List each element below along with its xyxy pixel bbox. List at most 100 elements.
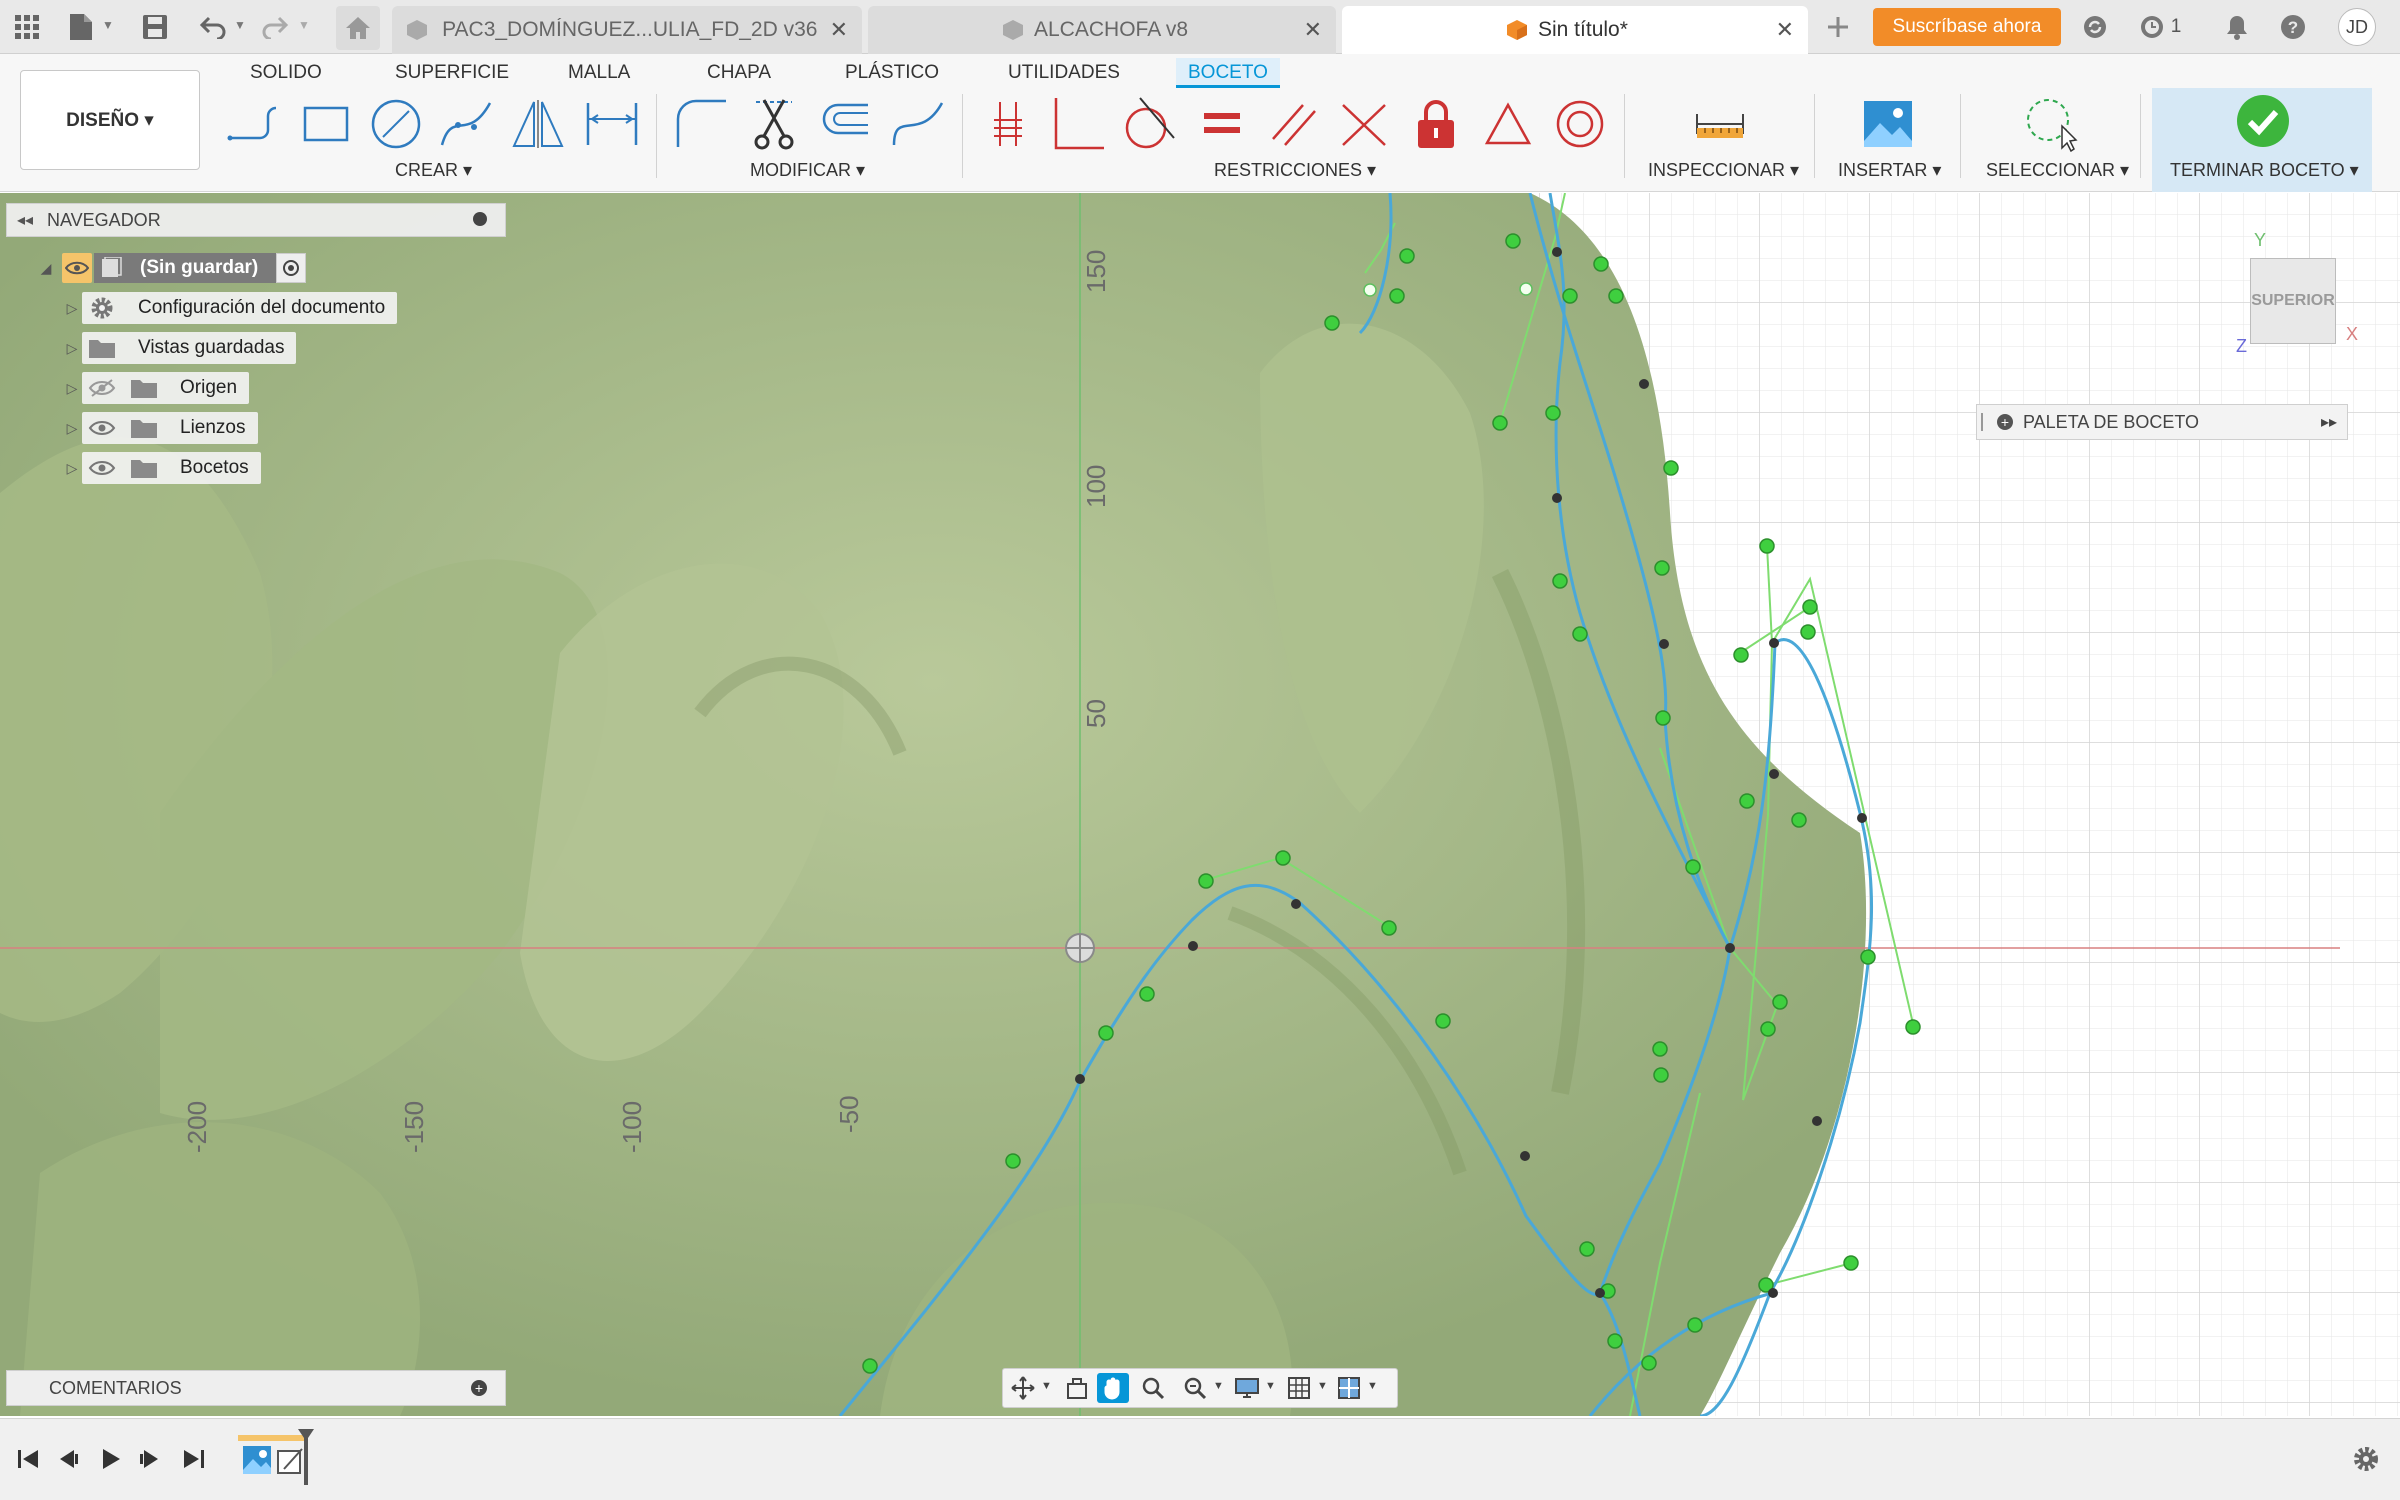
gear-icon[interactable] (2348, 1441, 2384, 1477)
nav-item-origen[interactable]: ▷ Origen (62, 371, 250, 405)
view-cube[interactable]: SUPERIOR (2250, 258, 2336, 344)
insertar-menu[interactable]: INSERTAR ▾ (1838, 160, 1941, 181)
display-settings-icon[interactable] (1231, 1373, 1263, 1403)
expand-arrow-icon[interactable]: ▷ (62, 460, 82, 477)
file-menu-icon[interactable] (64, 10, 98, 44)
eye-icon[interactable] (88, 418, 116, 438)
workspace-selector[interactable]: DISEÑO ▾ (20, 70, 200, 170)
save-icon[interactable] (138, 10, 172, 44)
minimize-icon[interactable] (473, 212, 487, 226)
radio-active-icon[interactable] (276, 253, 307, 283)
seleccionar-menu[interactable]: SELECCIONAR ▾ (1986, 160, 2129, 181)
sketch-feature-icon[interactable] (276, 1445, 306, 1480)
undo-icon[interactable] (196, 10, 230, 44)
chevron-down-icon[interactable]: ▼ (102, 18, 114, 32)
nav-root[interactable]: ◢ (Sin guardar) (36, 251, 307, 285)
tab-chapa[interactable]: CHAPA (707, 58, 771, 88)
circle-tool-icon[interactable] (366, 94, 426, 154)
new-tab-icon[interactable] (1820, 10, 1856, 44)
triangle-constraint-icon[interactable] (1478, 94, 1538, 154)
help-icon[interactable]: ? (2276, 10, 2310, 44)
timeline-features[interactable] (238, 1429, 314, 1485)
expand-icon[interactable]: ▸▸ (2321, 412, 2337, 432)
tab-sin-titulo[interactable]: Sin título* ✕ (1342, 6, 1808, 54)
expand-arrow-icon[interactable]: ◢ (36, 260, 56, 277)
select-icon[interactable] (2022, 94, 2082, 154)
insert-image-icon[interactable] (1858, 94, 1918, 154)
coincident-constraint-icon[interactable] (978, 94, 1038, 154)
tab-utilidades[interactable]: UTILIDADES (1008, 58, 1120, 88)
sketch-palette[interactable]: + PALETA DE BOCETO ▸▸ (1976, 404, 2348, 440)
step-back-icon[interactable] (50, 1441, 86, 1477)
zoom-window-icon[interactable] (1179, 1373, 1211, 1403)
offset-tool-icon[interactable] (816, 94, 876, 154)
terminar-boceto-menu[interactable]: TERMINAR BOCETO ▾ (2170, 160, 2359, 181)
close-icon[interactable]: ✕ (1776, 17, 1794, 43)
sketch-viewport[interactable]: -200 -150 -100 -50 150 100 50 (0, 193, 2400, 1416)
mirror-tool-icon[interactable] (508, 94, 568, 154)
measure-icon[interactable] (1690, 94, 1750, 154)
equal-constraint-icon[interactable] (1192, 94, 1252, 154)
eye-hidden-icon[interactable] (88, 378, 116, 398)
collapse-icon[interactable]: ◂◂ (17, 210, 33, 230)
go-to-start-icon[interactable] (10, 1441, 46, 1477)
tab-boceto[interactable]: BOCETO (1176, 58, 1280, 88)
notifications-icon[interactable] (2220, 10, 2254, 44)
chevron-down-icon[interactable]: ▼ (1367, 1380, 1378, 1392)
tab-solido[interactable]: SOLIDO (250, 58, 322, 88)
viewports-icon[interactable] (1333, 1373, 1365, 1403)
parallel-constraint-icon[interactable] (1264, 94, 1324, 154)
subscribe-button[interactable]: Suscríbase ahora (1873, 8, 2061, 46)
chevron-down-icon[interactable]: ▼ (1317, 1380, 1328, 1392)
origin-point[interactable] (1065, 933, 1095, 963)
close-icon[interactable]: ✕ (1304, 17, 1322, 43)
modificar-menu[interactable]: MODIFICAR ▾ (750, 160, 865, 181)
grip-icon[interactable] (1981, 413, 1983, 431)
expand-arrow-icon[interactable]: ▷ (62, 300, 82, 317)
job-status[interactable]: 1 (2130, 10, 2190, 44)
tab-pac3[interactable]: PAC3_DOMÍNGUEZ...ULIA_FD_2D v36 ✕ (392, 6, 862, 54)
chevron-down-icon[interactable]: ▼ (1041, 1380, 1052, 1392)
crear-menu[interactable]: CREAR ▾ (395, 160, 472, 181)
visibility-eye-icon[interactable] (62, 253, 92, 283)
avatar[interactable]: JD (2338, 8, 2376, 46)
tab-alcachofa[interactable]: ALCACHOFA v8 ✕ (868, 6, 1336, 54)
close-icon[interactable]: ✕ (830, 17, 848, 43)
restricciones-menu[interactable]: RESTRICCIONES ▾ (1214, 160, 1376, 181)
expand-arrow-icon[interactable]: ▷ (62, 340, 82, 357)
look-at-icon[interactable] (1061, 1373, 1093, 1403)
perpendicular-constraint-icon[interactable] (1048, 94, 1108, 154)
line-tool-icon[interactable] (224, 94, 284, 154)
lock-icon[interactable] (1406, 94, 1466, 154)
nav-item-bocetos[interactable]: ▷ Bocetos (62, 451, 261, 485)
pan-icon[interactable] (1097, 1373, 1129, 1403)
chevron-down-icon[interactable]: ▼ (234, 18, 246, 32)
chevron-down-icon[interactable]: ▼ (1213, 1380, 1224, 1392)
dimension-tool-icon[interactable] (582, 94, 642, 154)
add-comment-icon[interactable]: + (471, 1380, 487, 1396)
sketch-canvas[interactable]: -200 -150 -100 -50 150 100 50 (0, 193, 2400, 1416)
add-icon[interactable]: + (1997, 414, 2013, 430)
timeline-marker-icon[interactable] (298, 1429, 314, 1441)
expand-arrow-icon[interactable]: ▷ (62, 380, 82, 397)
nav-item-vistas[interactable]: ▷ Vistas guardadas (62, 331, 297, 365)
nav-item-config[interactable]: ▷ Configuración del documento (62, 291, 398, 325)
comments-panel[interactable]: COMENTARIOS + (6, 1370, 506, 1406)
eye-icon[interactable] (88, 458, 116, 478)
tab-superficie[interactable]: SUPERFICIE (395, 58, 509, 88)
inspeccionar-menu[interactable]: INSPECCIONAR ▾ (1648, 160, 1799, 181)
fillet-tool-icon[interactable] (672, 94, 732, 154)
concentric-constraint-icon[interactable] (1550, 94, 1610, 154)
perpendicular-x-constraint-icon[interactable] (1334, 94, 1394, 154)
canvas-feature-icon[interactable] (242, 1445, 272, 1480)
orbit-icon[interactable] (1007, 1373, 1039, 1403)
trim-tool-icon[interactable] (744, 94, 804, 154)
go-to-end-icon[interactable] (176, 1441, 212, 1477)
zoom-icon[interactable] (1137, 1373, 1169, 1403)
curve-tool-icon[interactable] (888, 94, 948, 154)
chevron-down-icon[interactable]: ▼ (1265, 1380, 1276, 1392)
home-icon[interactable] (336, 6, 380, 50)
play-icon[interactable] (92, 1441, 128, 1477)
redo-icon[interactable] (258, 10, 292, 44)
chevron-down-icon[interactable]: ▼ (298, 18, 310, 32)
